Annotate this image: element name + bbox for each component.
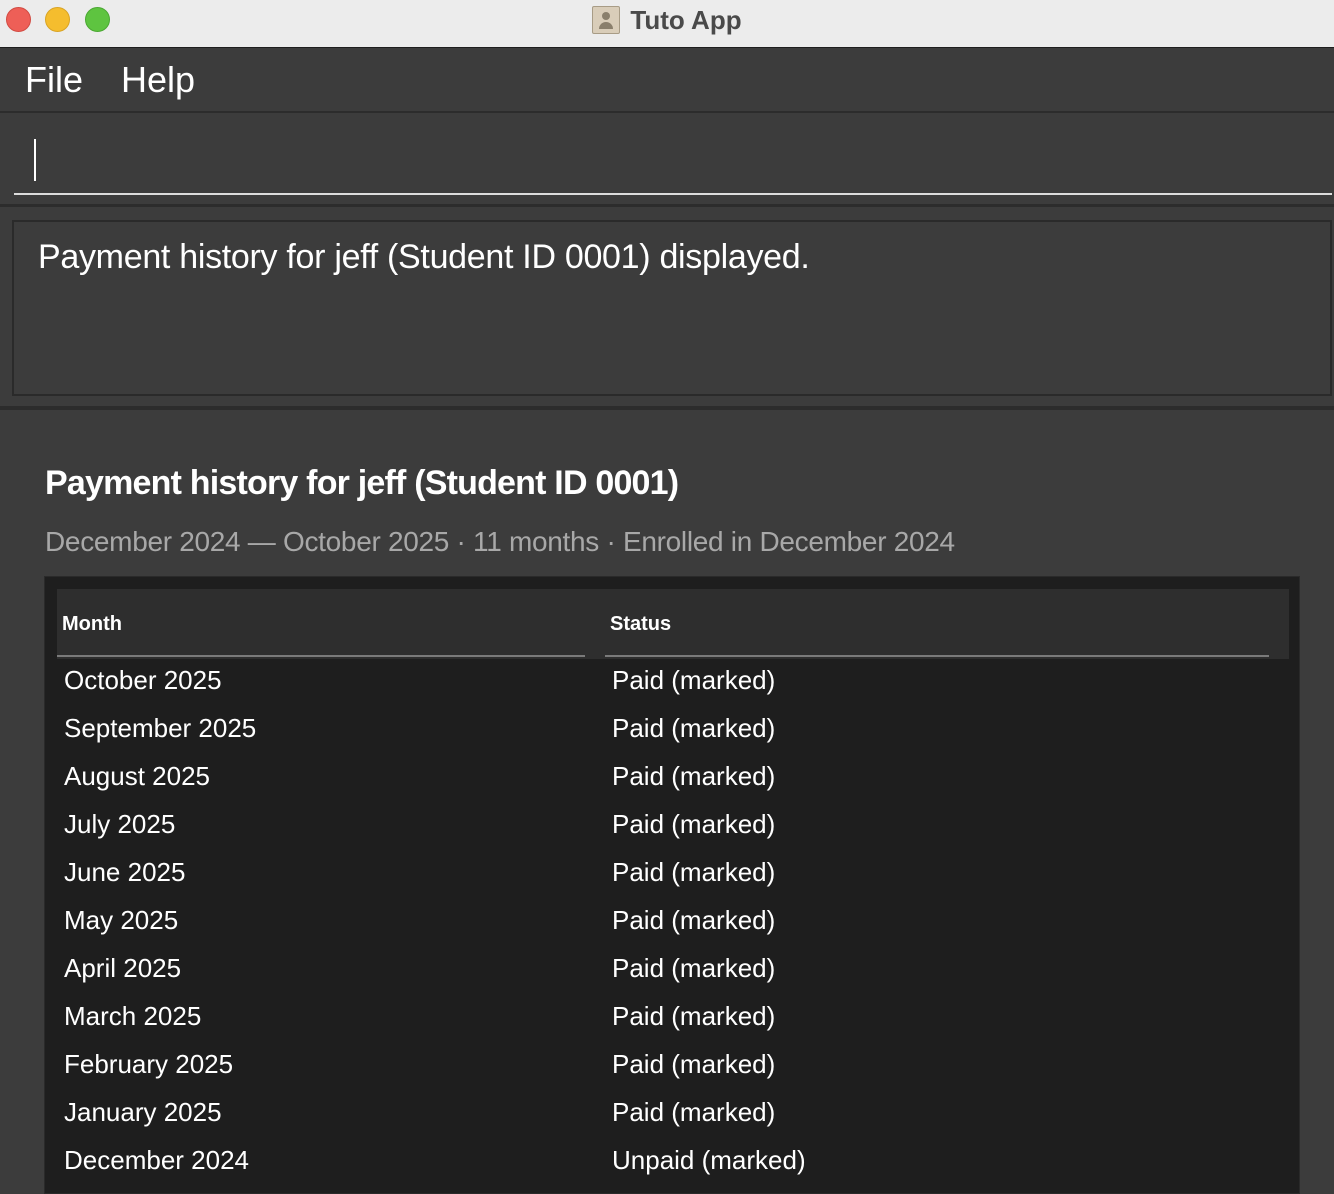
month-cell: February 2025 [64, 1049, 234, 1079]
month-cell: December 2024 [64, 1145, 249, 1175]
column-header-status[interactable]: Status [610, 613, 671, 636]
status-cell: Paid (marked) [612, 809, 776, 839]
payment-history-title: Payment history for jeff (Student ID 000… [45, 464, 679, 502]
table-row[interactable]: February 2025 Paid (marked) [57, 1043, 1289, 1091]
table-row[interactable]: December 2024 Unpaid (marked) [57, 1139, 1289, 1187]
menu-file[interactable]: File [25, 59, 83, 101]
status-cell: Paid (marked) [612, 1049, 776, 1079]
month-cell: March 2025 [64, 1001, 202, 1031]
header-underline-status [605, 655, 1269, 657]
header-underline-month [57, 655, 585, 657]
contact-book-icon [592, 6, 621, 34]
status-cell: Unpaid (marked) [612, 1145, 806, 1175]
month-cell: April 2025 [64, 953, 182, 983]
table-row[interactable]: August 2025 Paid (marked) [57, 755, 1289, 803]
table-row[interactable]: January 2025 Paid (marked) [57, 1091, 1289, 1139]
table-row[interactable]: March 2025 Paid (marked) [57, 995, 1289, 1043]
status-cell: Paid (marked) [612, 665, 776, 695]
payment-history-subtitle: December 2024 — October 2025 · 11 months… [45, 526, 955, 557]
status-cell: Paid (marked) [612, 857, 776, 887]
status-cell: Paid (marked) [612, 1097, 776, 1127]
table-row[interactable]: September 2025 Paid (marked) [57, 707, 1289, 755]
status-cell: Paid (marked) [612, 713, 776, 743]
status-cell: Paid (marked) [612, 761, 776, 791]
payment-history-table: Month Status October 2025 Paid (marked) … [44, 576, 1300, 1194]
result-message: Payment history for jeff (Student ID 000… [38, 238, 810, 276]
table-row[interactable]: July 2025 Paid (marked) [57, 803, 1289, 851]
command-input[interactable] [14, 123, 1332, 195]
month-cell: May 2025 [64, 905, 179, 935]
menu-help[interactable]: Help [121, 59, 195, 101]
month-cell: January 2025 [64, 1097, 222, 1127]
status-cell: Paid (marked) [612, 905, 776, 935]
result-display: Payment history for jeff (Student ID 000… [12, 220, 1332, 396]
table-body: October 2025 Paid (marked) September 202… [57, 659, 1289, 1187]
month-cell: August 2025 [64, 761, 211, 791]
month-cell: September 2025 [64, 713, 257, 743]
status-cell: Paid (marked) [612, 953, 776, 983]
column-header-month[interactable]: Month [62, 613, 122, 636]
table-row[interactable]: May 2025 Paid (marked) [57, 899, 1289, 947]
table-row[interactable]: October 2025 Paid (marked) [57, 659, 1289, 707]
title-group: Tuto App [0, 0, 1334, 40]
table-row[interactable]: June 2025 Paid (marked) [57, 851, 1289, 899]
menu-bar: File Help [0, 49, 1334, 113]
window-title: Tuto App [630, 4, 742, 35]
month-cell: June 2025 [64, 857, 186, 887]
text-caret [34, 139, 36, 181]
month-cell: October 2025 [64, 665, 222, 695]
section-divider [0, 406, 1334, 410]
title-bar[interactable]: Tuto App [0, 0, 1334, 48]
table-header: Month Status [57, 589, 1289, 659]
app-window: Tuto App File Help Payment history for j… [0, 0, 1334, 1194]
month-cell: July 2025 [64, 809, 176, 839]
command-box [0, 115, 1334, 207]
table-row[interactable]: April 2025 Paid (marked) [57, 947, 1289, 995]
status-cell: Paid (marked) [612, 1001, 776, 1031]
